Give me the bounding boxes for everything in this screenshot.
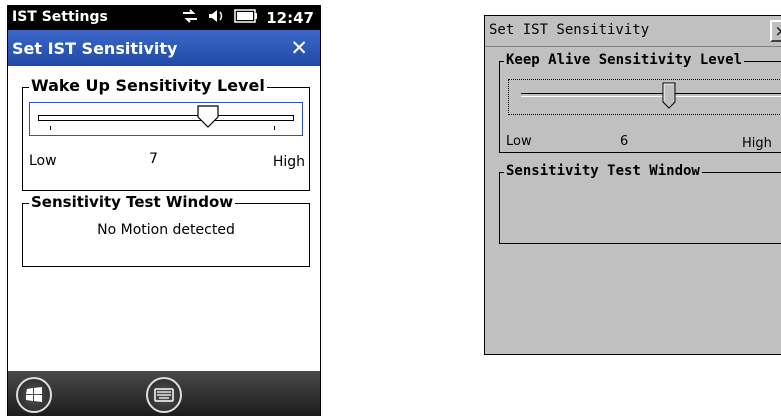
slider-tick-min	[50, 126, 51, 130]
slider-thumb[interactable]	[197, 105, 219, 133]
ce-sensitivity-value: 6	[620, 134, 629, 149]
ce-sensitivity-test-legend: Sensitivity Test Window	[504, 163, 702, 179]
keyboard-button[interactable]	[146, 377, 182, 413]
ce-sensitivity-test-group: Sensitivity Test Window	[499, 163, 781, 244]
ce-slider-track	[521, 93, 781, 97]
keepalive-sensitivity-slider[interactable]	[508, 79, 781, 115]
keepalive-sensitivity-group: Keep Alive Sensitivity Level Low 6 High	[499, 52, 781, 153]
status-time: 12:47	[266, 9, 314, 27]
ce-high-label: High	[742, 136, 772, 151]
wm-device-screen: IST Settings 12:47 Set IST Sensitivity ✕…	[7, 5, 321, 416]
wake-sensitivity-legend: Wake Up Sensitivity Level	[29, 76, 267, 95]
ce-slider-thumb[interactable]	[662, 82, 676, 114]
status-icons: 12:47	[180, 8, 314, 28]
status-bar: IST Settings 12:47	[8, 6, 320, 30]
taskbar	[8, 371, 320, 416]
page-title: Set IST Sensitivity	[12, 39, 178, 58]
slider-tick-max	[274, 126, 275, 130]
wake-sensitivity-slider[interactable]	[29, 102, 303, 136]
ce-page-title: Set IST Sensitivity	[489, 22, 650, 38]
title-bar: Set IST Sensitivity ✕	[8, 30, 320, 66]
settings-body: Wake Up Sensitivity Level Low 7 High Sen…	[8, 66, 320, 371]
sensitivity-test-group: Sensitivity Test Window No Motion detect…	[22, 193, 310, 267]
battery-icon[interactable]	[234, 9, 258, 27]
ce-close-button[interactable]: ×	[770, 20, 781, 42]
keyboard-icon	[154, 388, 174, 402]
ce-title-bar: Set IST Sensitivity ×	[485, 16, 781, 47]
close-button[interactable]: ✕	[290, 36, 308, 60]
ce-low-label: Low	[506, 134, 532, 149]
high-label: High	[272, 154, 305, 170]
motion-status-text: No Motion detected	[97, 222, 235, 238]
connectivity-icon[interactable]	[180, 8, 200, 28]
start-icon	[26, 387, 42, 402]
ce-device-screen: Set IST Sensitivity × Keep Alive Sensiti…	[484, 15, 781, 355]
volume-icon[interactable]	[208, 8, 226, 28]
wake-sensitivity-group: Wake Up Sensitivity Level Low 7 High	[22, 76, 310, 191]
sensitivity-test-legend: Sensitivity Test Window	[29, 193, 236, 211]
start-button[interactable]	[16, 377, 52, 413]
keepalive-sensitivity-legend: Keep Alive Sensitivity Level	[504, 52, 745, 68]
low-label: Low	[29, 153, 57, 169]
status-app-name: IST Settings	[12, 9, 108, 25]
sensitivity-value: 7	[149, 151, 158, 167]
slider-track	[38, 115, 294, 121]
